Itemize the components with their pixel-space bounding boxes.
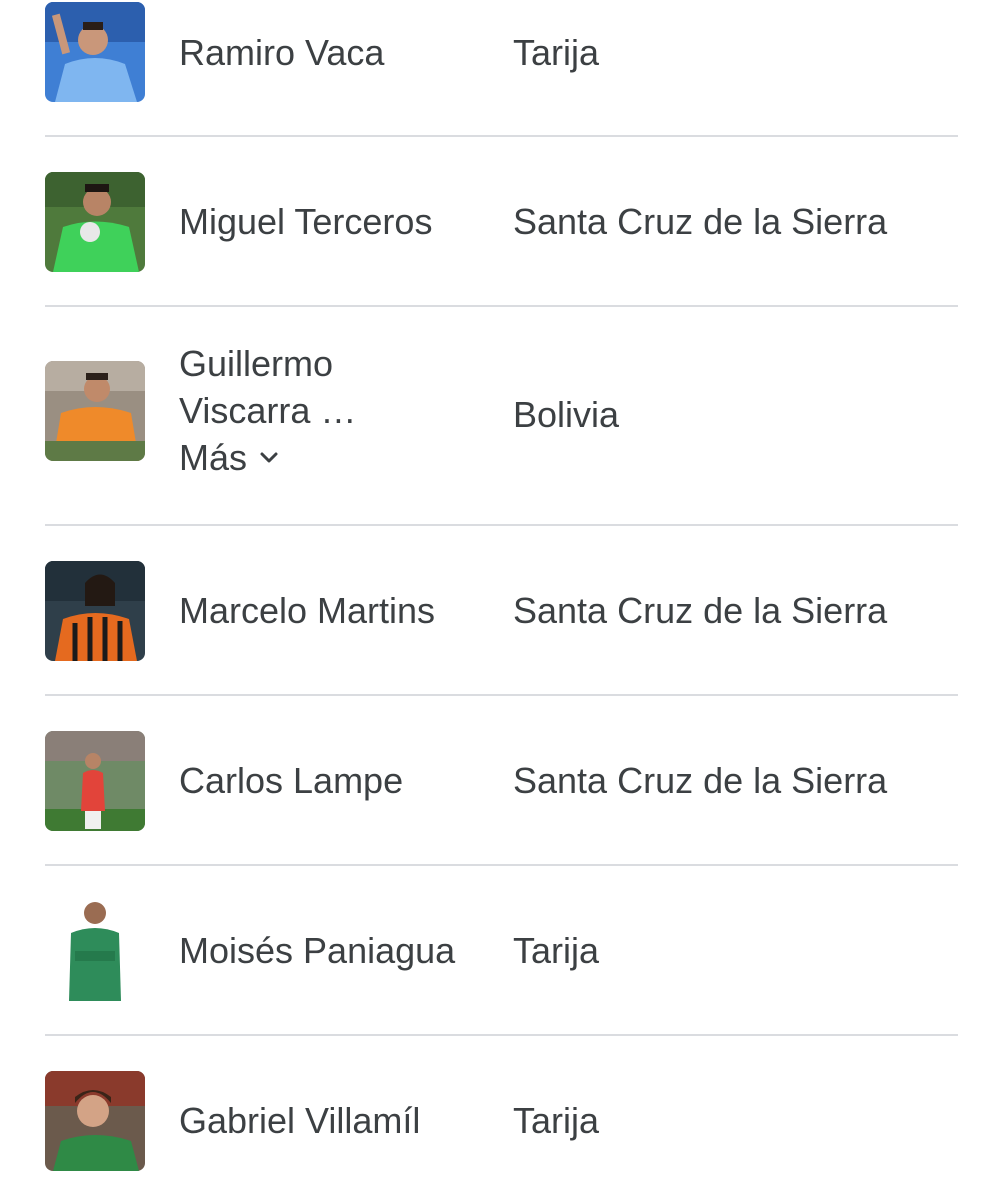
player-place: Bolivia — [513, 394, 620, 435]
player-name[interactable]: Miguel Terceros — [179, 198, 432, 245]
more-button[interactable]: Más — [179, 434, 281, 481]
player-photo-image — [45, 172, 145, 272]
player-photo[interactable] — [45, 731, 145, 831]
player-photo[interactable] — [45, 361, 145, 461]
list-item[interactable]: Marcelo Martins Santa Cruz de la Sierra — [45, 526, 958, 695]
player-place: Santa Cruz de la Sierra — [513, 590, 888, 631]
player-photo-image — [45, 1071, 145, 1171]
list-item[interactable]: Moisés Paniagua Tarija — [45, 866, 958, 1035]
player-name[interactable]: Marcelo Martins — [179, 587, 435, 634]
player-photo-image — [45, 561, 145, 661]
player-name[interactable]: Ramiro Vaca — [179, 29, 384, 76]
player-photo[interactable] — [45, 901, 145, 1001]
list-item[interactable]: Guillermo Viscarra … Más Bolivia — [45, 307, 958, 525]
player-name[interactable]: Moisés Paniagua — [179, 927, 455, 974]
list-item[interactable]: Miguel Terceros Santa Cruz de la Sierra — [45, 137, 958, 306]
player-photo-image — [45, 2, 145, 102]
list-item[interactable]: Carlos Lampe Santa Cruz de la Sierra — [45, 696, 958, 865]
player-place: Santa Cruz de la Sierra — [513, 760, 888, 801]
chevron-down-icon — [257, 446, 281, 470]
player-photo[interactable] — [45, 561, 145, 661]
player-name[interactable]: Gabriel Villamíl — [179, 1097, 420, 1144]
player-place: Santa Cruz de la Sierra — [513, 201, 888, 242]
player-photo[interactable] — [45, 2, 145, 102]
player-place: Tarija — [513, 32, 600, 73]
list-item[interactable]: Ramiro Vaca Tarija — [45, 0, 958, 136]
player-photo-image — [45, 731, 145, 831]
player-photo[interactable] — [45, 172, 145, 272]
player-name-line2[interactable]: Viscarra … — [179, 387, 356, 434]
more-label: Más — [179, 437, 248, 478]
player-name[interactable]: Carlos Lampe — [179, 757, 403, 804]
player-name-line1[interactable]: Guillermo — [179, 340, 333, 387]
player-photo-image — [45, 361, 145, 461]
list-item[interactable]: Gabriel Villamíl Tarija — [45, 1036, 958, 1200]
player-place: Tarija — [513, 1100, 600, 1141]
player-photo[interactable] — [45, 1071, 145, 1171]
player-place: Tarija — [513, 930, 600, 971]
player-photo-image — [45, 901, 145, 1001]
